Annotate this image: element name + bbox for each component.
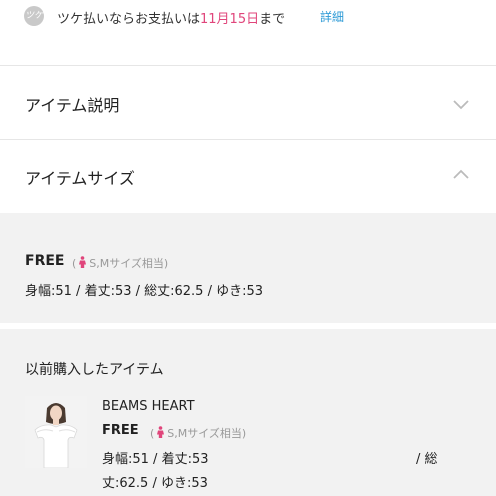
product-size-note-text: S,Mサイズ相当) [167,427,247,440]
payment-banner: ツケ ツケ払いならお支払いは11月15日まで 詳細 [0,0,496,40]
person-icon [157,426,165,438]
tsuke-logo-icon: ツケ [24,6,44,26]
product-thumbnail[interactable] [25,396,87,468]
person-icon [79,256,87,268]
product-measurements-line1-end: / 総 [416,452,438,467]
size-name: FREE [25,253,65,269]
history-title: 以前購入したアイテム [25,362,164,378]
accordion-title: アイテムサイズ [25,169,135,188]
product-image [25,396,87,468]
payment-text-after: まで [259,12,286,27]
product-brand[interactable]: BEAMS HEART [102,399,195,414]
size-note: ( S,Mサイズ相当) [72,255,168,271]
accordion-title: アイテム説明 [25,96,120,115]
product-size-note-prefix: ( [150,427,155,440]
product-size-note: ( S,Mサイズ相当) [150,425,246,441]
product-measurements-line2: 丈:62.5 / ゆき:53 [102,476,208,491]
size-measurements: 身幅:51 / 着丈:53 / 総丈:62.5 / ゆき:53 [25,284,264,299]
accordion-item-description[interactable]: アイテム説明 [0,66,496,138]
payment-text-before: ツケ払いならお支払いは [57,12,201,27]
product-size: FREE [102,423,139,438]
payment-date: 11月15日 [200,12,260,27]
payment-details-link[interactable]: 詳細 [320,8,344,25]
size-note-text: S,Mサイズ相当) [89,257,169,270]
chevron-down-icon [453,100,469,110]
section-divider [0,323,496,329]
size-note-prefix: ( [72,257,77,270]
accordion-item-size[interactable]: アイテムサイズ [0,140,496,212]
chevron-up-icon [453,169,469,179]
product-measurements-line1: 身幅:51 / 着丈:53 [102,452,209,467]
payment-text: ツケ払いならお支払いは11月15日まで [57,8,285,27]
